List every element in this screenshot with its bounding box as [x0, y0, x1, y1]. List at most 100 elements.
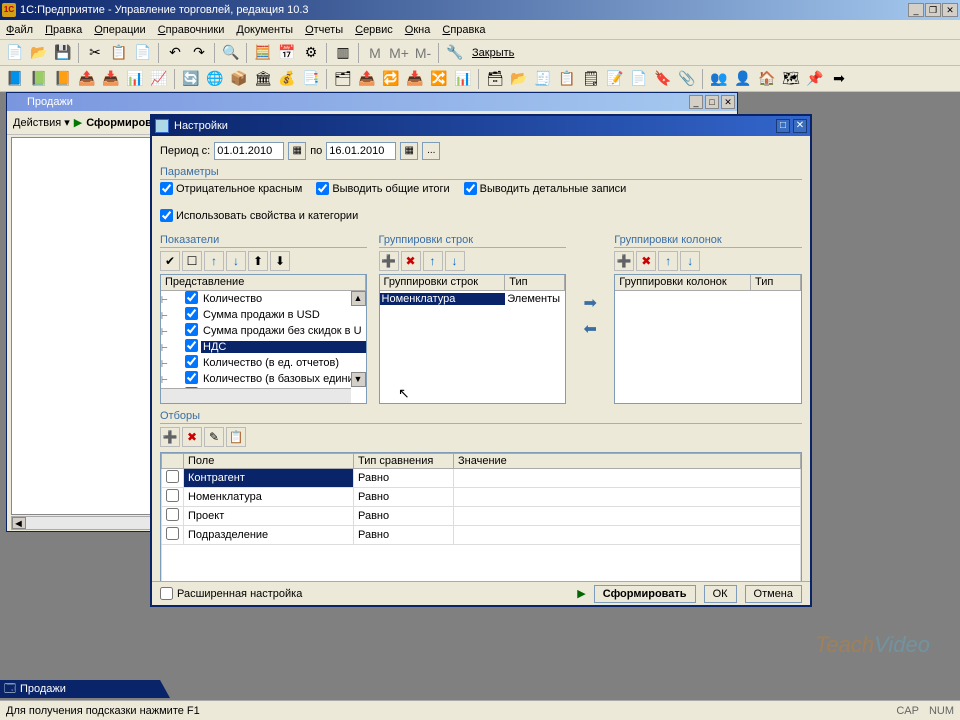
delete-icon[interactable]: ✖: [401, 251, 421, 271]
tb2-icon[interactable]: 🏛: [252, 68, 274, 90]
close-link[interactable]: Закрыть: [472, 47, 514, 59]
new-icon[interactable]: 📄: [4, 42, 26, 64]
menu-documents[interactable]: Документы: [230, 22, 299, 38]
cut-icon[interactable]: ✂: [84, 42, 106, 64]
m-minus-icon[interactable]: M-: [412, 42, 434, 64]
tb2-icon[interactable]: 🌐: [204, 68, 226, 90]
menu-file[interactable]: Файл: [0, 22, 39, 38]
copy-icon[interactable]: 📋: [108, 42, 130, 64]
filters-table[interactable]: Поле Тип сравнения Значение КонтрагентРа…: [160, 452, 802, 581]
ok-button[interactable]: ОК: [704, 585, 737, 603]
tb2-icon[interactable]: 🔀: [428, 68, 450, 90]
scroll-down-icon[interactable]: ▼: [351, 372, 366, 387]
delete-icon[interactable]: ✖: [636, 251, 656, 271]
report-titlebar[interactable]: Продажи _ □ ✕: [7, 93, 737, 111]
period-to-input[interactable]: [326, 142, 396, 160]
colgroups-list[interactable]: Группировки колонок Тип: [614, 274, 802, 404]
tb2-icon[interactable]: 🔁: [380, 68, 402, 90]
scroll-up-icon[interactable]: ▲: [351, 291, 366, 306]
filter-row[interactable]: ПроектРавно: [162, 507, 801, 526]
delete-filter-icon[interactable]: ✖: [182, 427, 202, 447]
tb2-icon[interactable]: 📝: [604, 68, 626, 90]
move-left-icon[interactable]: ⬅: [584, 319, 597, 339]
rowgroup-row[interactable]: НоменклатураЭлементы: [380, 291, 566, 307]
move-down-icon[interactable]: ↓: [226, 251, 246, 271]
move-right-icon[interactable]: ➡: [584, 293, 597, 313]
menu-edit[interactable]: Правка: [39, 22, 88, 38]
extended-settings-checkbox[interactable]: Расширенная настройка: [160, 587, 569, 600]
tb2-icon[interactable]: 👤: [732, 68, 754, 90]
tb2-icon[interactable]: 📤: [76, 68, 98, 90]
add-icon[interactable]: ➕: [379, 251, 399, 271]
filter-row[interactable]: КонтрагентРавно: [162, 469, 801, 488]
report-maximize-button[interactable]: □: [705, 95, 719, 109]
tb2-icon[interactable]: 📘: [4, 68, 26, 90]
m-plus-icon[interactable]: M+: [388, 42, 410, 64]
calendar-icon[interactable]: ▦: [400, 142, 418, 160]
menu-reports[interactable]: Отчеты: [299, 22, 349, 38]
dialog-titlebar[interactable]: Настройки □ ✕: [152, 116, 810, 136]
m-icon[interactable]: M: [364, 42, 386, 64]
indicators-hscroll[interactable]: [161, 388, 351, 403]
open-icon[interactable]: 📂: [28, 42, 50, 64]
tb2-icon[interactable]: 🗒: [580, 68, 602, 90]
tb2-icon[interactable]: 📎: [676, 68, 698, 90]
generate-button[interactable]: Сформировать: [594, 585, 696, 603]
chk-show-totals[interactable]: Выводить общие итоги: [316, 182, 449, 195]
sort-desc-icon[interactable]: ⬇: [270, 251, 290, 271]
tb2-icon[interactable]: 📑: [300, 68, 322, 90]
cascade-icon[interactable]: ▥: [332, 42, 354, 64]
filter-row[interactable]: НоменклатураРавно: [162, 488, 801, 507]
filter-row[interactable]: ПодразделениеРавно: [162, 526, 801, 545]
tb2-icon[interactable]: 📊: [452, 68, 474, 90]
tb2-icon[interactable]: 📋: [556, 68, 578, 90]
tb2-icon[interactable]: 🧾: [532, 68, 554, 90]
tb2-icon[interactable]: 🗃: [484, 68, 506, 90]
uncheck-all-icon[interactable]: ☐: [182, 251, 202, 271]
tb2-icon[interactable]: 📦: [228, 68, 250, 90]
edit-filter-icon[interactable]: ✎: [204, 427, 224, 447]
calendar-icon[interactable]: 📅: [276, 42, 298, 64]
check-all-icon[interactable]: ✔: [160, 251, 180, 271]
move-up-icon[interactable]: ↑: [204, 251, 224, 271]
tb2-icon[interactable]: 🔖: [652, 68, 674, 90]
save-icon[interactable]: 💾: [52, 42, 74, 64]
cancel-button[interactable]: Отмена: [745, 585, 802, 603]
menu-references[interactable]: Справочники: [152, 22, 231, 38]
menu-windows[interactable]: Окна: [399, 22, 437, 38]
rowgroups-list[interactable]: Группировки строк Тип НоменклатураЭлемен…: [379, 274, 567, 404]
close-button[interactable]: ✕: [942, 3, 958, 17]
redo-icon[interactable]: ↷: [188, 42, 210, 64]
tb2-icon[interactable]: 💰: [276, 68, 298, 90]
tb2-icon[interactable]: 📗: [28, 68, 50, 90]
indicators-list[interactable]: Представление ⊢Количество⊢Сумма продажи …: [160, 274, 367, 404]
tb2-icon[interactable]: 📈: [148, 68, 170, 90]
report-minimize-button[interactable]: _: [689, 95, 703, 109]
indicator-row[interactable]: ⊢Количество (в базовых единиц: [161, 371, 366, 387]
report-actions-button[interactable]: Действия ▾: [13, 116, 70, 129]
tb2-icon[interactable]: 👥: [708, 68, 730, 90]
tb2-icon[interactable]: 📂: [508, 68, 530, 90]
calc-icon[interactable]: 🧮: [252, 42, 274, 64]
chk-show-details[interactable]: Выводить детальные записи: [464, 182, 627, 195]
menu-operations[interactable]: Операции: [88, 22, 151, 38]
sort-asc-icon[interactable]: ⬆: [248, 251, 268, 271]
indicator-row[interactable]: ⊢Количество: [161, 291, 366, 307]
paste-icon[interactable]: 📄: [132, 42, 154, 64]
tb2-icon[interactable]: 🔄: [180, 68, 202, 90]
move-up-icon[interactable]: ↑: [658, 251, 678, 271]
period-select-button[interactable]: ...: [422, 142, 440, 160]
minimize-button[interactable]: _: [908, 3, 924, 17]
add-filter-icon[interactable]: ➕: [160, 427, 180, 447]
tb2-icon[interactable]: 📥: [100, 68, 122, 90]
gear-icon[interactable]: ⚙: [300, 42, 322, 64]
tb2-icon[interactable]: 🗺: [780, 68, 802, 90]
add-icon[interactable]: ➕: [614, 251, 634, 271]
tb2-icon[interactable]: 📙: [52, 68, 74, 90]
tb2-icon[interactable]: 📤: [356, 68, 378, 90]
chk-negative-red[interactable]: Отрицательное красным: [160, 182, 302, 195]
dialog-maximize-button[interactable]: □: [776, 119, 790, 133]
tb2-icon[interactable]: 🏠: [756, 68, 778, 90]
tb2-icon[interactable]: 📥: [404, 68, 426, 90]
move-down-icon[interactable]: ↓: [445, 251, 465, 271]
